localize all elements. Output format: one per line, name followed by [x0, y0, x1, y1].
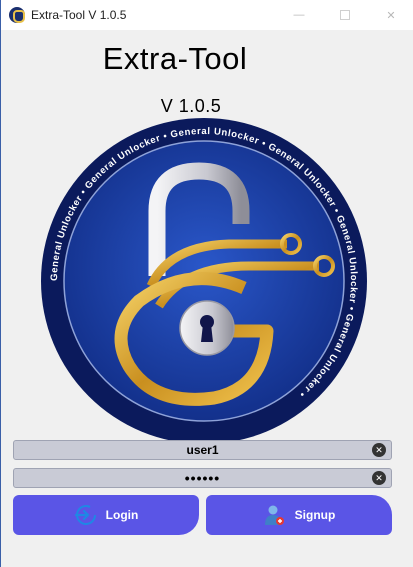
- app-logo-icon: [9, 7, 25, 23]
- title-bar: Extra-Tool V 1.0.5 — ✕: [1, 0, 413, 30]
- minimize-button[interactable]: —: [276, 0, 322, 30]
- app-window: Extra-Tool V 1.0.5 — ✕ Extra-Tool V 1.0.…: [0, 0, 413, 567]
- login-icon: [74, 505, 96, 525]
- maximize-icon: [340, 10, 350, 20]
- keyhole-slot: [201, 324, 213, 342]
- add-user-icon: [264, 505, 284, 525]
- signup-button[interactable]: Signup: [206, 495, 392, 535]
- password-field[interactable]: ✕: [13, 468, 392, 488]
- password-input[interactable]: [37, 469, 368, 487]
- close-button[interactable]: ✕: [368, 0, 413, 30]
- clear-password-icon[interactable]: ✕: [372, 471, 386, 485]
- login-button[interactable]: Login: [13, 495, 199, 535]
- window-title: Extra-Tool V 1.0.5: [31, 8, 127, 22]
- maximize-button[interactable]: [322, 0, 368, 30]
- app-version: V 1.0.5: [160, 96, 222, 116]
- clear-username-icon[interactable]: ✕: [372, 443, 386, 457]
- signup-button-label: Signup: [294, 508, 336, 522]
- username-field[interactable]: ✕: [13, 440, 392, 460]
- window-controls: — ✕: [276, 0, 413, 30]
- login-button-label: Login: [105, 508, 139, 522]
- username-input[interactable]: [37, 441, 368, 459]
- app-title: Extra-Tool: [102, 41, 248, 76]
- general-unlocker-logo: General Unlocker • General Unlocker • Ge…: [41, 118, 367, 444]
